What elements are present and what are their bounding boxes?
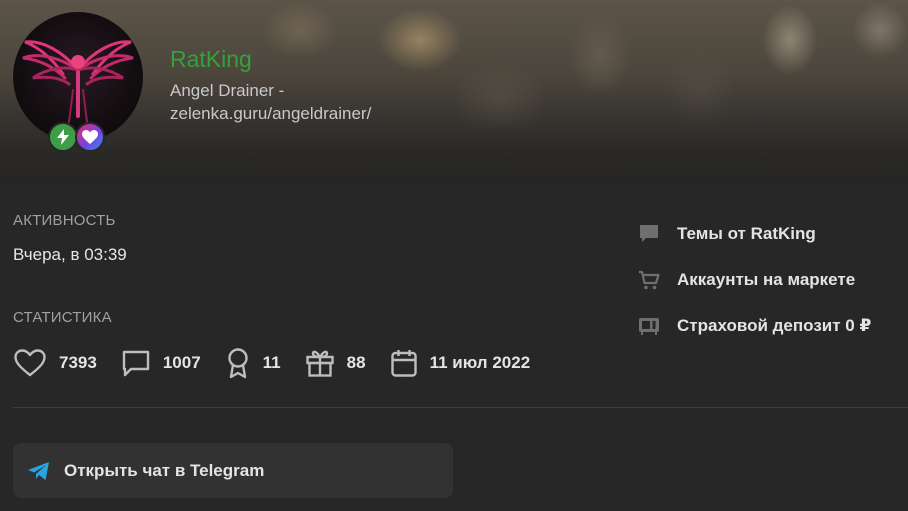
message-icon (122, 350, 150, 377)
user-status: Angel Drainer - zelenka.guru/angeldraine… (170, 81, 372, 123)
gift-icon (305, 350, 334, 377)
calendar-icon (390, 350, 417, 377)
username[interactable]: RatKing (170, 46, 252, 73)
avatar-badges (48, 122, 105, 152)
heart-icon[interactable] (75, 122, 105, 152)
statistics-row: 7393 1007 11 88 11 июл 2022 (13, 346, 554, 380)
link-deposit[interactable]: Страховой депозит 0 ₽ (638, 314, 871, 338)
chat-bubble-icon (640, 225, 658, 242)
link-market-label: Аккаунты на маркете (677, 270, 856, 289)
open-telegram-button[interactable]: Открыть чат в Telegram (13, 443, 453, 498)
stat-trophies[interactable]: 11 (225, 347, 281, 379)
stat-likes[interactable]: 7393 (13, 348, 97, 378)
link-market[interactable]: Аккаунты на маркете (638, 268, 871, 292)
statistics-label: СТАТИСТИКА (13, 309, 112, 326)
stat-messages-value: 1007 (162, 353, 201, 372)
stat-likes-value: 7393 (59, 353, 97, 372)
deposit-icon (639, 318, 659, 335)
stat-gifts-value: 88 (346, 353, 366, 372)
stat-gifts[interactable]: 88 (305, 348, 366, 378)
link-threads[interactable]: Темы от RatKing (638, 222, 871, 246)
stat-trophies-value: 11 (262, 353, 281, 372)
activity-value: Вчера, в 03:39 (13, 245, 127, 264)
stat-registered-value: 11 июл 2022 (429, 353, 531, 372)
stat-registered[interactable]: 11 июл 2022 (390, 348, 531, 378)
cart-icon (639, 270, 660, 290)
telegram-icon (28, 461, 49, 480)
heart-outline-icon (14, 349, 46, 377)
link-threads-label: Темы от RatKing (677, 224, 816, 243)
divider (13, 407, 908, 408)
activity-label: АКТИВНОСТЬ (13, 212, 116, 229)
open-telegram-label: Открыть чат в Telegram (64, 460, 265, 480)
stat-messages[interactable]: 1007 (121, 348, 201, 378)
profile-links: Темы от RatKing Аккаунты на маркете Стра… (638, 222, 871, 360)
award-icon (227, 348, 248, 379)
bolt-icon[interactable] (48, 122, 78, 152)
link-deposit-label: Страховой депозит 0 ₽ (677, 316, 872, 335)
